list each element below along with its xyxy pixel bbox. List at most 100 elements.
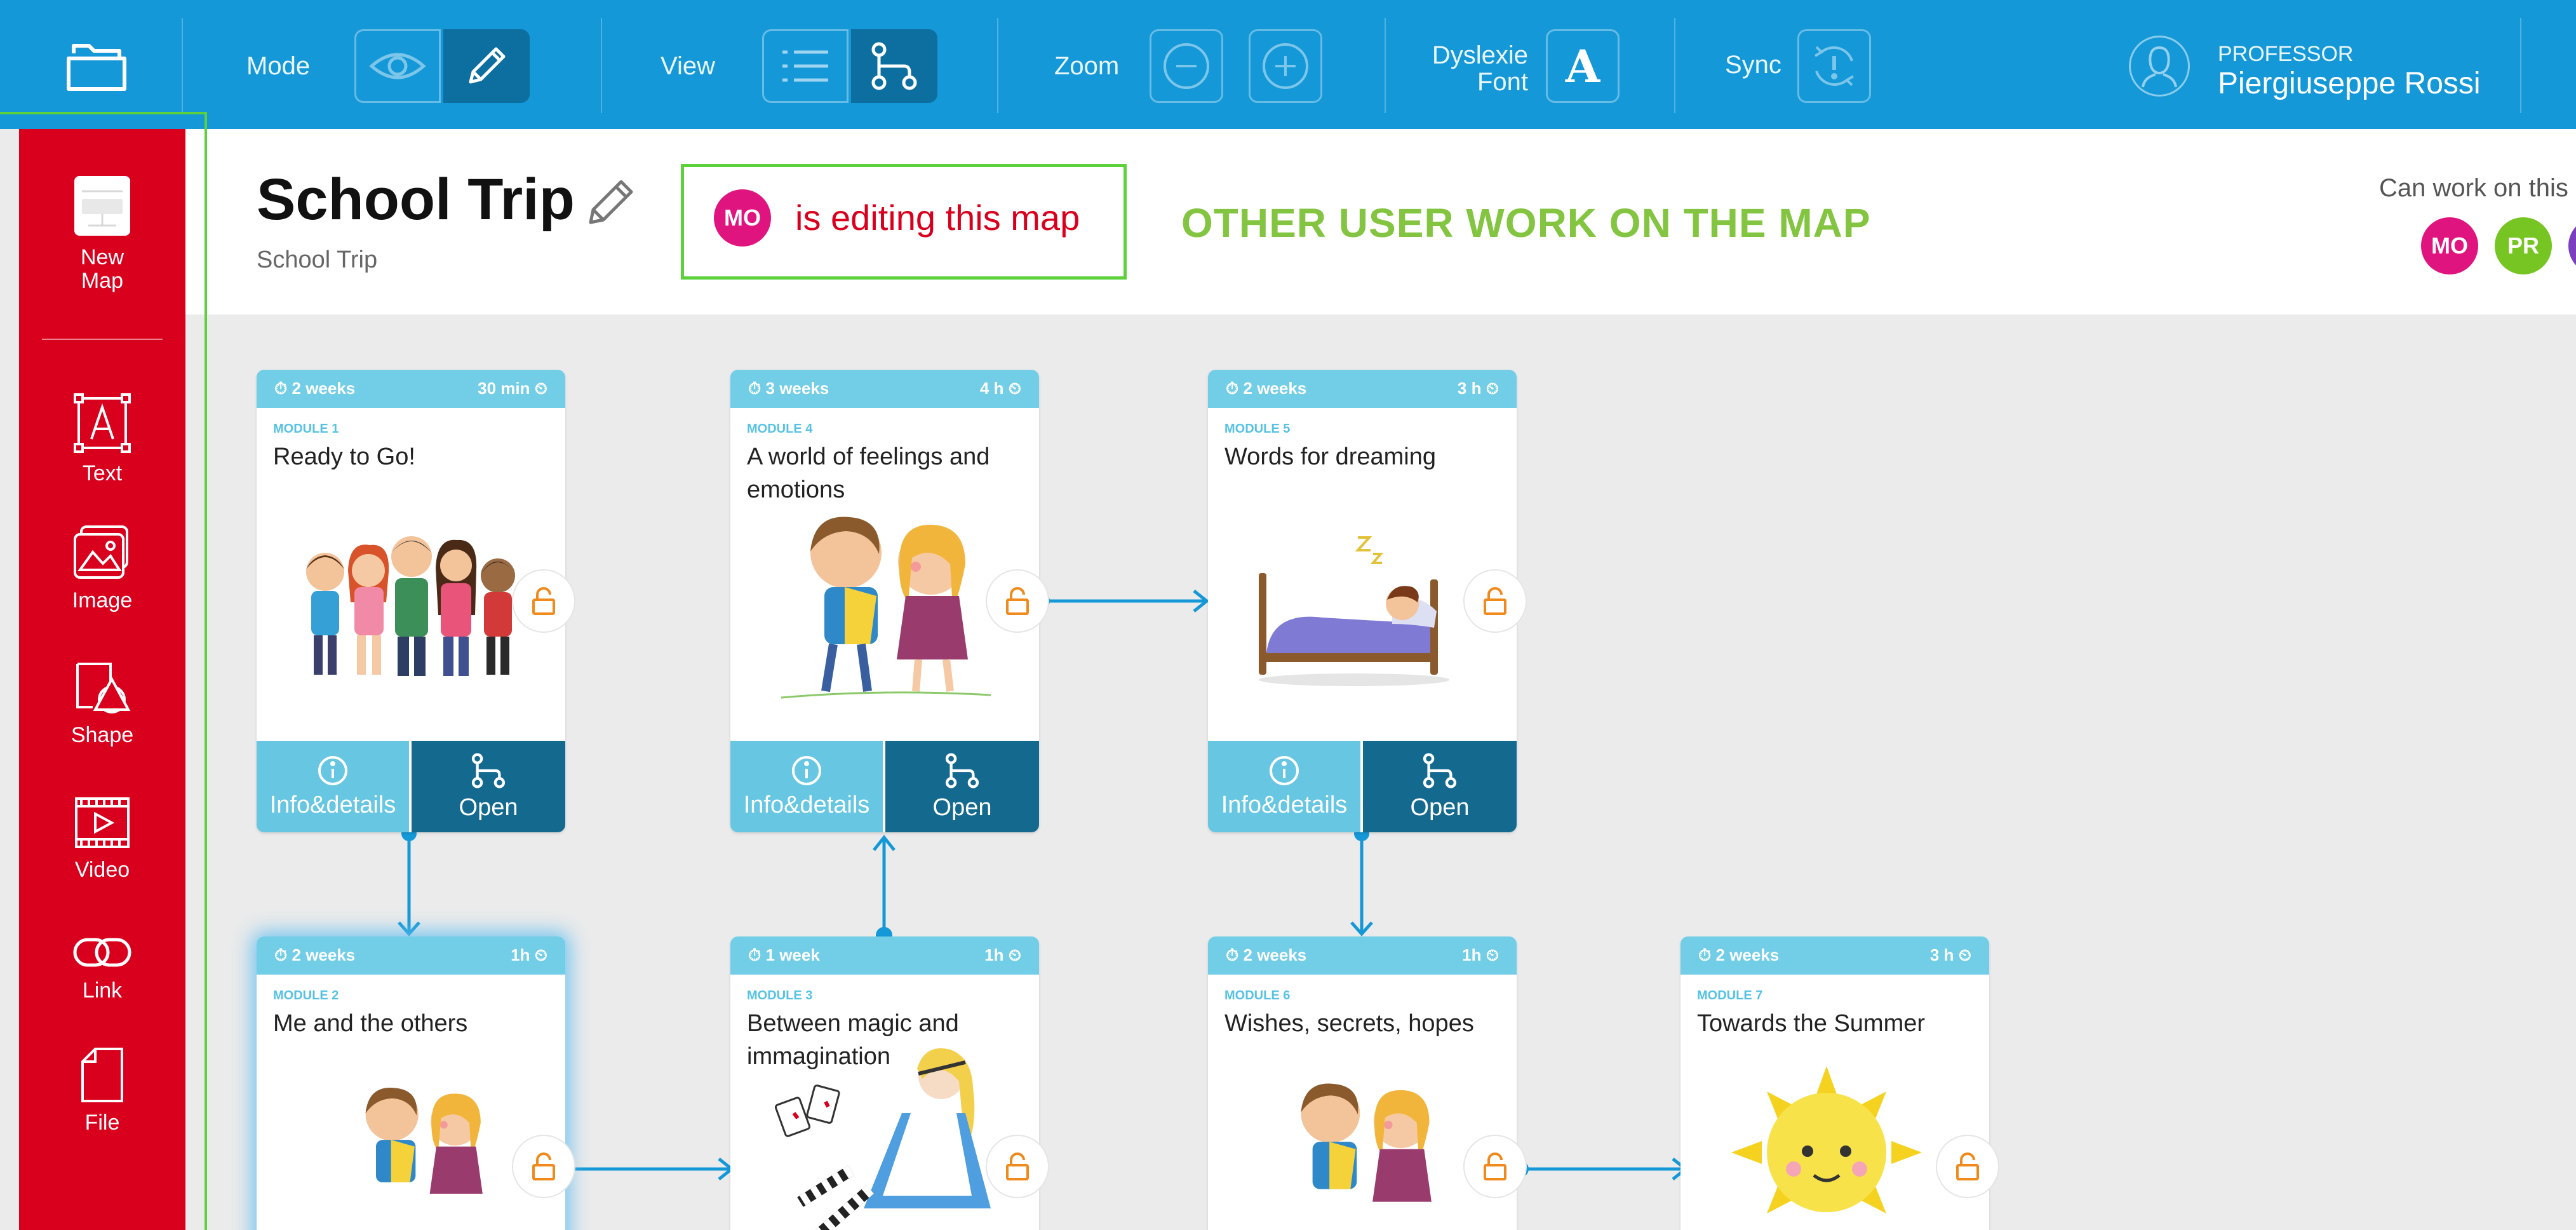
- lock-button[interactable]: [1463, 1135, 1527, 1198]
- card-header: ⏱ 1 week 1h ⏲: [730, 936, 1039, 975]
- list-view-button[interactable]: [762, 29, 849, 103]
- alice-illustration: [775, 1048, 991, 1230]
- mode-label: Mode: [246, 52, 311, 80]
- card-duration: ⏱ 2 weeks: [274, 945, 356, 964]
- card-duration-value: 2 weeks: [1243, 379, 1307, 398]
- card-duration: ⏱ 2 weeks: [1226, 379, 1307, 398]
- card-time: 1h ⏲: [1462, 945, 1499, 964]
- lock-button[interactable]: [1463, 569, 1527, 633]
- info-icon: [792, 755, 821, 785]
- open-button[interactable]: Open: [409, 741, 565, 832]
- minus-circle-icon: [1164, 43, 1209, 89]
- card-module-number: MODULE 3: [747, 989, 813, 1003]
- info-details-label: Info&details: [743, 791, 870, 818]
- annotation-label: OTHER USER WORK ON THE MAP: [1181, 200, 1871, 246]
- sync-warning-icon: [1814, 46, 1855, 86]
- page-subtitle: School Trip: [257, 247, 378, 273]
- card-time: 1h ⏲: [984, 945, 1021, 964]
- lock-icon: [1006, 1152, 1029, 1180]
- map-tree-icon: [945, 752, 979, 788]
- lock-button[interactable]: [986, 1135, 1049, 1198]
- pencil-icon: [589, 180, 633, 224]
- collaborator-avatar[interactable]: PR: [2495, 217, 2552, 274]
- card-duration-value: 2 weeks: [292, 945, 356, 964]
- card-header: ⏱ 2 weeks 3 h ⏲: [1208, 370, 1517, 408]
- card-module-number: MODULE 1: [273, 422, 339, 436]
- card-time-value: 1h: [1462, 945, 1482, 964]
- lock-button[interactable]: [986, 569, 1049, 633]
- card-time: 3 h ⏲: [1457, 379, 1499, 398]
- info-icon: [318, 755, 347, 785]
- card-time-value: 4 h: [979, 379, 1004, 398]
- editing-status: is editing this map: [795, 198, 1080, 238]
- edit-title-button[interactable]: [586, 177, 636, 231]
- arrowhead: [1193, 590, 1210, 612]
- list-icon: [782, 50, 828, 82]
- card-time-value: 1h: [984, 945, 1004, 964]
- plus-circle-icon: [1263, 43, 1308, 89]
- info-details-button[interactable]: Info&details: [1208, 741, 1360, 832]
- lock-icon: [532, 587, 555, 615]
- card-header: ⏱ 2 weeks 1h ⏲: [257, 936, 565, 975]
- arrowhead: [873, 834, 896, 851]
- user-silhouette-icon: [2142, 46, 2177, 88]
- user-name: Piergiuseppe Rossi: [2218, 67, 2481, 100]
- open-button[interactable]: Open: [883, 741, 1039, 832]
- editing-user-avatar: MO: [714, 189, 771, 247]
- dyslexie-label-line2: Font: [1477, 68, 1528, 96]
- lock-icon: [1484, 1152, 1506, 1180]
- page-title: School Trip: [257, 167, 575, 232]
- kissing-kids-illustration: [365, 1088, 483, 1194]
- map-view-button[interactable]: [851, 29, 937, 103]
- eye-icon: [369, 53, 426, 79]
- card-module-number: MODULE 2: [273, 989, 339, 1003]
- user-avatar[interactable]: [2129, 36, 2190, 97]
- sun-illustration: [1731, 1066, 1922, 1213]
- info-details-label: Info&details: [269, 791, 396, 818]
- lock-button[interactable]: [1936, 1135, 1999, 1198]
- card-title: Ready to Go!: [273, 443, 415, 470]
- kissing-kids-illustration: [1301, 1083, 1432, 1202]
- card-duration-value: 2 weeks: [292, 379, 356, 398]
- kids-group-illustration: [306, 536, 515, 676]
- card-title: Me and the others: [273, 1010, 468, 1037]
- collaborator-avatar[interactable]: MO: [2421, 217, 2478, 274]
- card-footer: Info&details Open: [730, 741, 1039, 832]
- folder-icon[interactable]: [64, 38, 130, 97]
- zoom-in-button[interactable]: [1249, 29, 1322, 103]
- zoom-out-button[interactable]: [1150, 29, 1223, 103]
- card-title: A world of feelings and emotions: [747, 443, 990, 504]
- dyslexie-font-toggle[interactable]: A: [1546, 29, 1620, 103]
- lock-icon: [1484, 587, 1506, 615]
- open-label: Open: [1410, 794, 1470, 821]
- info-details-button[interactable]: Info&details: [257, 741, 409, 832]
- dyslexie-font-label: Dyslexie Font: [1423, 42, 1528, 95]
- open-button[interactable]: Open: [1360, 741, 1517, 832]
- collaborators-label: Can work on this map: [2379, 174, 2576, 202]
- card-time: 1h ⏲: [511, 945, 547, 964]
- user-role: PROFESSOR: [2218, 42, 2354, 66]
- info-details-button[interactable]: Info&details: [730, 741, 883, 832]
- card-duration-value: 2 weeks: [1715, 945, 1780, 964]
- sync-label: Sync: [1725, 51, 1781, 79]
- card-module-number: MODULE 6: [1224, 989, 1291, 1003]
- lock-icon: [532, 1152, 555, 1180]
- edit-mode-button[interactable]: [443, 29, 530, 103]
- sync-button[interactable]: [1797, 29, 1871, 103]
- lock-icon: [1006, 587, 1029, 615]
- card-footer: Info&details Open: [257, 741, 565, 832]
- card-time: 3 h ⏲: [1929, 945, 1971, 964]
- pencil-icon: [469, 47, 506, 84]
- card-footer: Info&details Open: [1208, 741, 1517, 832]
- arrowhead: [1350, 921, 1373, 936]
- top-toolbar: Mode View Zoom Dyslexie Font A Sync PROF…: [0, 0, 2576, 129]
- card-module-number: MODULE 4: [747, 422, 813, 436]
- lock-button[interactable]: [512, 569, 575, 633]
- lock-button[interactable]: [512, 1135, 575, 1198]
- card-time-value: 3 h: [1929, 945, 1954, 964]
- info-details-label: Info&details: [1221, 791, 1348, 818]
- card-time-value: 30 min: [478, 379, 530, 398]
- sleeping-boy-illustration: [1259, 536, 1449, 686]
- view-mode-button[interactable]: [354, 29, 441, 103]
- card-time: 30 min ⏲: [478, 379, 547, 398]
